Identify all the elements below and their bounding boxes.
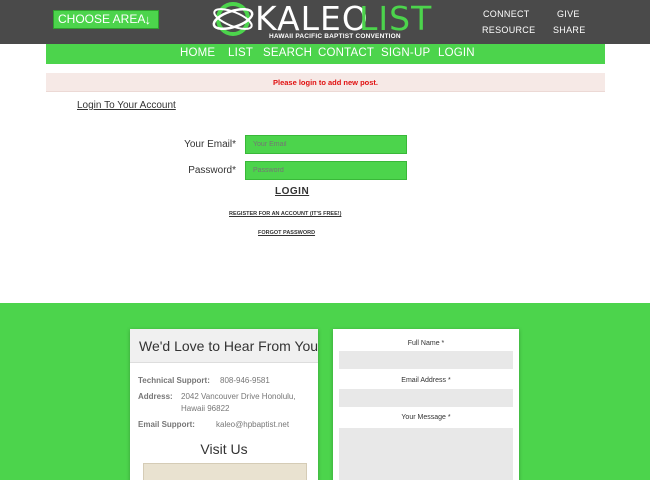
- email-address-label: Email Address *: [401, 377, 451, 384]
- logo-tagline: HAWAII PACIFIC BAPTIST CONVENTION: [269, 33, 401, 40]
- choose-area-button[interactable]: CHOOSE AREA ↓: [53, 10, 159, 29]
- address-line1: 2042 Vancouver Drive Honolulu,: [181, 392, 296, 401]
- kaleolist-logo[interactable]: KALEO LIST HAWAII PACIFIC BAPTIST CONVEN…: [211, 0, 441, 42]
- password-field[interactable]: [245, 161, 407, 180]
- message-label: Your Message *: [401, 414, 451, 421]
- contact-card-title: We'd Love to Hear From You: [130, 329, 318, 363]
- email-label: Your Email*: [184, 139, 236, 150]
- nav-home[interactable]: HOME: [180, 47, 215, 59]
- login-button[interactable]: LOGIN: [275, 186, 309, 197]
- resource-link[interactable]: RESOURCE: [482, 25, 535, 35]
- contact-form-card: Full Name * Email Address * Your Message…: [333, 329, 519, 480]
- address-line2: Hawaii 96822: [181, 404, 230, 413]
- tech-support-value: 808-946-9581: [220, 376, 270, 385]
- register-link[interactable]: REGISTER FOR AN ACCOUNT (IT'S FREE!): [229, 211, 341, 217]
- page: CHOOSE AREA ↓ KALEO LIST HAWAII PACIFIC …: [0, 0, 650, 480]
- full-name-field[interactable]: [339, 351, 513, 369]
- full-name-label: Full Name *: [407, 340, 445, 347]
- main-nav: HOME LIST SEARCH CONTACT SIGN-UP LOGIN: [46, 44, 605, 64]
- forgot-password-link[interactable]: FORGOT PASSWORD: [258, 230, 315, 236]
- nav-contact[interactable]: CONTACT: [318, 47, 374, 59]
- nav-search[interactable]: SEARCH: [263, 47, 312, 59]
- nav-list[interactable]: LIST: [228, 47, 253, 59]
- visit-us-heading: Visit Us: [200, 441, 248, 457]
- message-field[interactable]: [339, 428, 513, 480]
- address-label: Address:: [138, 392, 173, 401]
- login-required-notice: Please login to add new post.: [46, 73, 605, 92]
- email-support-value[interactable]: kaleo@hpbaptist.net: [216, 419, 289, 431]
- email-field[interactable]: [245, 135, 407, 154]
- nav-signup[interactable]: SIGN-UP: [381, 47, 430, 59]
- location-map[interactable]: [143, 463, 307, 480]
- contact-info-card: We'd Love to Hear From You Technical Sup…: [130, 329, 318, 480]
- tech-support-label: Technical Support:: [138, 376, 210, 385]
- nav-login[interactable]: LOGIN: [438, 47, 475, 59]
- login-title: Login To Your Account: [77, 100, 176, 111]
- share-link[interactable]: SHARE: [553, 25, 586, 35]
- connect-link[interactable]: CONNECT: [483, 9, 530, 19]
- email-address-field[interactable]: [339, 389, 513, 407]
- globe-logo-icon: [212, 2, 254, 36]
- give-link[interactable]: GIVE: [557, 9, 580, 19]
- choose-area-label: CHOOSE AREA: [58, 12, 146, 26]
- arrow-down-icon: ↓: [144, 12, 152, 27]
- top-header: CHOOSE AREA ↓ KALEO LIST HAWAII PACIFIC …: [0, 0, 650, 44]
- password-label: Password*: [188, 165, 236, 176]
- email-support-label: Email Support:: [138, 420, 195, 429]
- footer: [0, 303, 650, 480]
